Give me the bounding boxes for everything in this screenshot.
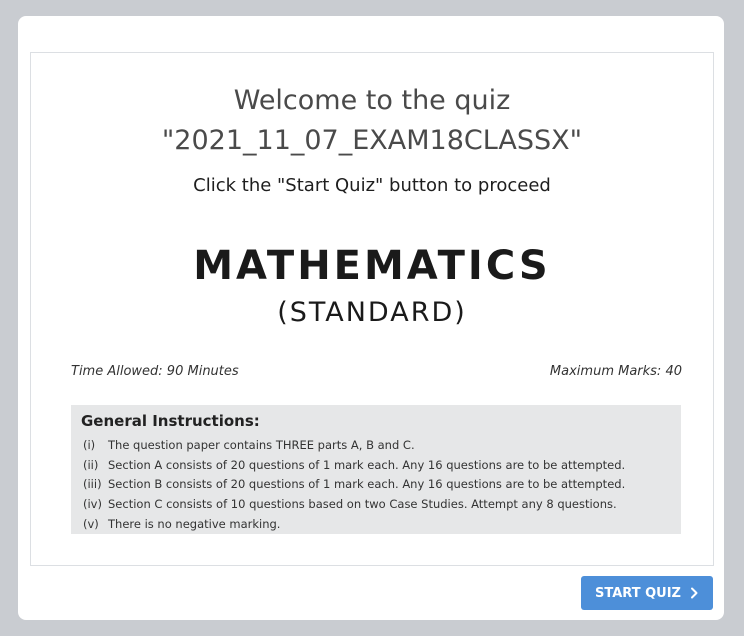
time-allowed: Time Allowed: 90 Minutes — [71, 364, 239, 379]
maximum-marks: Maximum Marks: 40 — [549, 364, 682, 379]
instruction-number: (ii) — [83, 457, 99, 472]
instruction-subtitle: Click the "Start Quiz" button to proceed — [193, 175, 551, 196]
instructions-title: General Instructions: — [81, 412, 260, 430]
instruction-text: There is no negative marking. — [108, 516, 281, 531]
instruction-item: (iii) Section B consists of 20 questions… — [83, 477, 625, 497]
subject-variant: (STANDARD) — [277, 297, 467, 328]
instruction-text: Section B consists of 20 questions of 1 … — [108, 477, 626, 492]
quiz-dialog: Welcome to the quiz "2021_11_07_EXAM18CL… — [18, 16, 724, 620]
instruction-number: (v) — [83, 516, 99, 531]
start-quiz-button[interactable]: START QUIZ — [581, 576, 713, 610]
welcome-heading: Welcome to the quiz — [233, 85, 511, 116]
instruction-item: (i) The question paper contains THREE pa… — [83, 438, 625, 458]
instruction-number: (i) — [83, 438, 96, 452]
quiz-intro-panel: Welcome to the quiz "2021_11_07_EXAM18CL… — [30, 52, 714, 566]
instruction-text: The question paper contains THREE parts … — [108, 438, 415, 452]
instruction-number: (iv) — [83, 497, 102, 512]
instructions-list: (i) The question paper contains THREE pa… — [83, 438, 625, 536]
quiz-name: "2021_11_07_EXAM18CLASSX" — [161, 125, 583, 156]
general-instructions-box: General Instructions: (i) The question p… — [71, 405, 681, 534]
start-quiz-label: START QUIZ — [595, 585, 681, 601]
chevron-right-icon — [690, 587, 698, 599]
instruction-item: (v) There is no negative marking. — [83, 517, 625, 537]
instruction-text: Section A consists of 20 questions of 1 … — [108, 457, 626, 472]
instruction-number: (iii) — [83, 477, 102, 492]
instruction-item: (iv) Section C consists of 10 questions … — [83, 497, 625, 517]
instruction-item: (ii) Section A consists of 20 questions … — [83, 458, 625, 478]
instruction-text: Section C consists of 10 questions based… — [108, 497, 617, 512]
subject-title: MATHEMATICS — [193, 243, 551, 289]
